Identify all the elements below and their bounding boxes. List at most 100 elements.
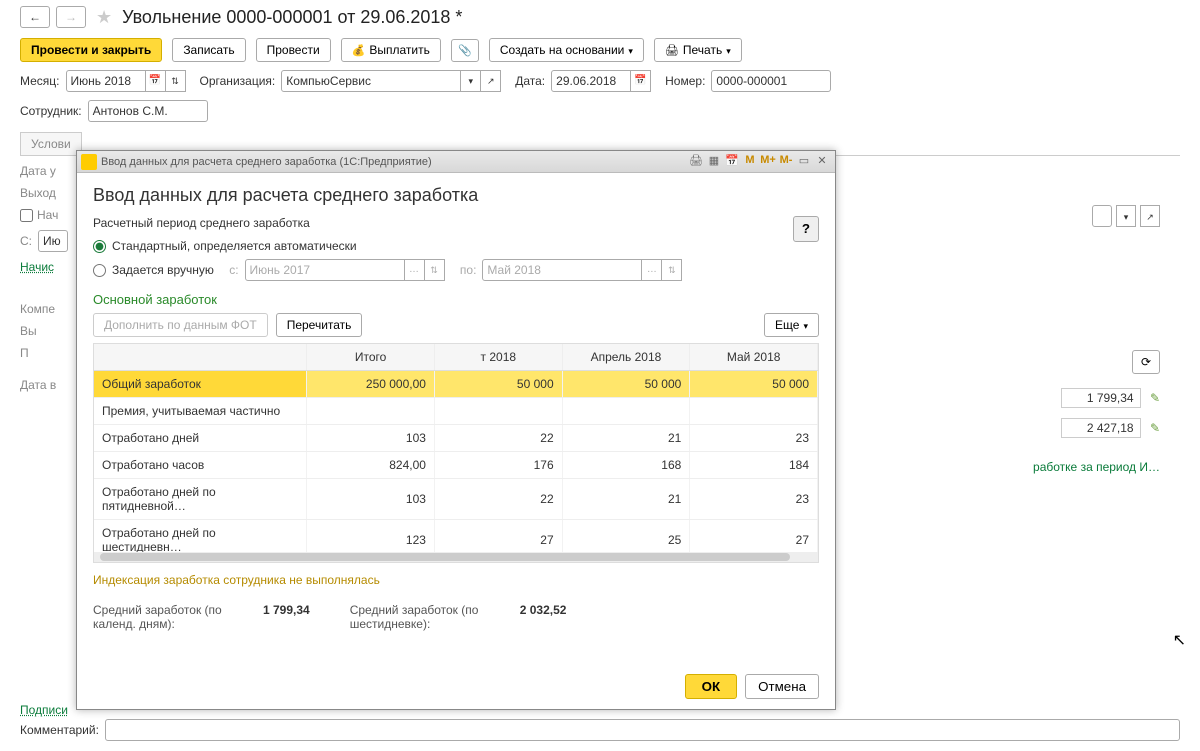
dropdown-icon[interactable] [1116,205,1136,227]
aux-input[interactable] [1092,205,1112,227]
table-row-label: Отработано дней [94,425,307,452]
spinner-icon[interactable] [166,70,186,92]
tb-calendar-icon[interactable]: 📅 [723,154,741,170]
cancel-button[interactable]: Отмена [745,674,819,699]
print-button[interactable]: Печать [654,38,742,62]
more-button[interactable]: Еще [764,313,819,337]
date-input[interactable]: 29.06.2018 [551,70,631,92]
tab-conditions[interactable]: Услови [20,132,82,155]
number-input[interactable]: 0000-000001 [711,70,831,92]
average-earnings-modal: Ввод данных для расчета среднего заработ… [76,150,836,710]
table-cell[interactable]: 824,00 [307,452,435,479]
comment-label: Комментарий: [20,723,99,737]
table-cell[interactable] [307,398,435,425]
from-input[interactable]: Ию [38,230,68,252]
chevron-down-icon [726,43,731,57]
date-v-label: Дата в [20,378,56,392]
attach-button[interactable] [451,39,479,62]
open-icon[interactable] [1140,205,1160,227]
table-cell[interactable]: 50 000 [434,371,562,398]
pay-button[interactable]: Выплатить [341,38,441,62]
calendar-icon[interactable] [146,70,166,92]
nav-back-button[interactable] [20,6,50,28]
earnings-table[interactable]: Итогот 2018Апрель 2018Май 2018Общий зара… [93,343,819,563]
table-cell[interactable] [562,398,690,425]
period-label: Расчетный период среднего заработка [93,216,819,230]
avg-calendar-label: Средний заработок (по календ. дням): [93,603,253,631]
memory-m-button[interactable]: M [741,154,759,170]
table-cell[interactable]: 103 [307,479,435,520]
create-based-button[interactable]: Создать на основании [489,38,644,62]
month-input[interactable]: Июнь 2018 [66,70,146,92]
signatures-link[interactable]: Подписи [20,703,68,717]
memory-mplus-button[interactable]: M+ [759,154,777,170]
radio-manual[interactable] [93,264,106,277]
table-row-label: Премия, учитываемая частично [94,398,307,425]
table-cell[interactable]: 168 [562,452,690,479]
from-lbl: с: [229,263,238,277]
month-label: Месяц: [20,74,60,88]
post-and-close-button[interactable]: Провести и закрыть [20,38,162,62]
table-cell[interactable]: 22 [434,425,562,452]
cursor-icon: ↖ [1173,630,1186,650]
table-cell[interactable]: 50 000 [562,371,690,398]
minimize-button[interactable]: ▭ [795,154,813,170]
table-cell[interactable] [690,398,818,425]
main-earnings-heading: Основной заработок [93,292,819,307]
spinner-icon [662,259,682,281]
table-cell[interactable] [434,398,562,425]
recalc-button[interactable]: Перечитать [276,313,363,337]
period-to-input: Май 2018 [482,259,642,281]
table-cell[interactable]: 50 000 [690,371,818,398]
table-row-label: Общий заработок [94,371,307,398]
modal-titlebar[interactable]: Ввод данных для расчета среднего заработ… [77,151,835,173]
post-button[interactable]: Провести [256,38,331,62]
comment-input[interactable] [105,719,1180,741]
radio-auto-label: Стандартный, определяется автоматически [112,239,357,253]
money-icon [352,43,366,57]
chevron-down-icon [628,43,633,57]
table-cell[interactable]: 103 [307,425,435,452]
calendar-icon[interactable] [631,70,651,92]
date-label: Дата: [515,74,545,88]
table-cell[interactable]: 21 [562,425,690,452]
calc-checkbox[interactable] [20,209,33,222]
help-button[interactable]: ? [793,216,819,242]
date-term-label: Дата у [20,164,56,178]
employee-label: Сотрудник: [20,104,82,118]
print-icon [665,43,679,57]
table-cell[interactable]: 22 [434,479,562,520]
tb-table-icon[interactable]: ▦ [705,154,723,170]
dropdown-icon[interactable] [461,70,481,92]
table-cell[interactable]: 184 [690,452,818,479]
table-cell[interactable]: 23 [690,425,818,452]
tb-print-icon[interactable]: 🖨 [687,154,705,170]
favorite-star-icon[interactable]: ★ [96,7,112,28]
employee-input[interactable]: Антонов С.М. [88,100,208,122]
table-cell[interactable]: 176 [434,452,562,479]
ok-button[interactable]: ОК [685,674,738,699]
ellipsis-icon: … [405,259,425,281]
calc-link[interactable]: Начис [20,260,54,274]
avg-calendar-value: 1 799,34 [263,603,310,631]
write-button[interactable]: Записать [172,38,245,62]
table-cell[interactable]: 250 000,00 [307,371,435,398]
horizontal-scrollbar[interactable] [94,552,818,562]
nav-forward-button[interactable] [56,6,86,28]
memory-mminus-button[interactable]: M- [777,154,795,170]
table-cell[interactable]: 21 [562,479,690,520]
comp-label: Компе [20,302,55,316]
avg-sixday-label: Средний заработок (по шестидневке): [350,603,510,631]
truncated-link[interactable]: работке за период И… [1033,460,1160,474]
open-icon[interactable] [481,70,501,92]
close-button[interactable]: ✕ [813,154,831,170]
refresh-button[interactable] [1132,350,1160,374]
page-title: Увольнение 0000-000001 от 29.06.2018 * [122,7,462,28]
table-row-label: Отработано часов [94,452,307,479]
radio-auto[interactable] [93,240,106,253]
indexation-note: Индексация заработка сотрудника не выпол… [93,573,819,587]
pencil-icon[interactable]: ✎ [1150,421,1160,435]
table-cell[interactable]: 23 [690,479,818,520]
org-input[interactable]: КомпьюСервис [281,70,461,92]
pencil-icon[interactable]: ✎ [1150,391,1160,405]
